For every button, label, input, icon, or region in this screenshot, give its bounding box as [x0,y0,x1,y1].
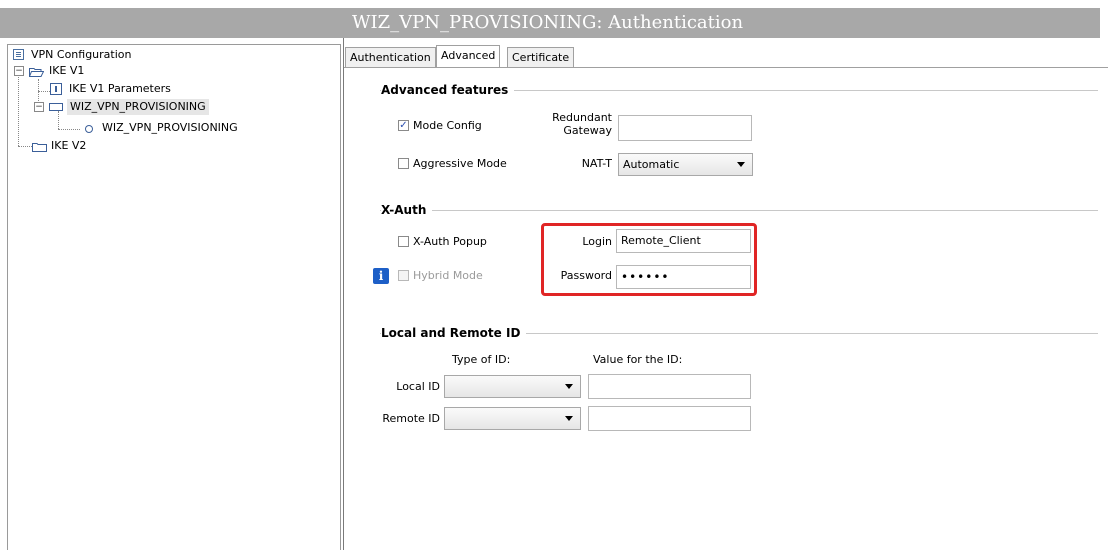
remote-id-label: Remote ID [382,412,440,425]
tree-item-ike-v2[interactable]: IKE V2 [13,138,333,154]
tab-certificate[interactable]: Certificate [507,47,575,67]
remote-id-value-input[interactable] [588,406,751,431]
mode-config-checkbox[interactable]: ✓ [398,120,409,131]
local-id-value-input[interactable] [588,374,751,399]
tree-root-label: VPN Configuration [31,48,132,61]
tree-item-label: IKE V1 Parameters [69,82,171,95]
remote-id-type-select[interactable] [444,407,581,430]
nat-t-label: NAT-T [581,157,612,170]
redundant-gateway-input[interactable] [618,115,752,141]
phase1-rect-icon [49,103,63,111]
value-for-id-header: Value for the ID: [593,353,683,366]
tree-item-label: IKE V2 [51,139,87,152]
tab-advanced[interactable]: Advanced [436,45,501,68]
tree-item-ike-v1[interactable]: − IKE V1 [13,63,333,79]
aggressive-mode-checkbox[interactable] [398,158,409,169]
collapse-icon[interactable]: − [14,66,24,76]
tree-item-ike-v1-parameters[interactable]: IKE V1 Parameters [13,81,333,97]
list-document-icon [13,49,24,60]
x-auth-popup-label: X-Auth Popup [413,235,487,248]
circle-node-icon [85,125,93,133]
tree-header-bar [0,8,343,38]
parameters-icon [50,83,62,95]
dropdown-arrow-icon [565,416,573,421]
tree-item-label: WIZ_VPN_PROVISIONING [102,121,238,134]
tab-authentication[interactable]: Authentication [345,47,436,67]
tree-item-wiz-vpn-phase2[interactable]: WIZ_VPN_PROVISIONING [13,120,333,136]
aggressive-mode-label: Aggressive Mode [413,157,507,170]
section-title-local-remote-id: Local and Remote ID [381,326,527,340]
highlight-box [541,223,757,296]
mode-config-label: Mode Config [413,119,482,132]
nat-t-selected-value: Automatic [623,158,680,171]
page-title: WIZ_VPN_PROVISIONING: Authentication [352,12,744,33]
type-of-id-header: Type of ID: [452,353,511,366]
panel-divider [343,38,344,550]
redundant-gateway-label: Redundant Gateway [552,111,612,137]
dropdown-arrow-icon [737,162,745,167]
tree-item-label: WIZ_VPN_PROVISIONING [67,99,209,115]
collapse-icon[interactable]: − [34,102,44,112]
configuration-tree[interactable]: VPN Configuration − IKE V1 IKE V1 Parame… [7,44,341,550]
hybrid-mode-label: Hybrid Mode [413,269,483,282]
tree-item-wiz-vpn-phase1[interactable]: − WIZ_VPN_PROVISIONING [13,99,333,115]
hybrid-mode-checkbox[interactable] [398,270,409,281]
tree-item-label: IKE V1 [49,64,85,77]
tree-root[interactable]: VPN Configuration [13,47,333,63]
local-id-label: Local ID [396,380,440,393]
x-auth-popup-checkbox[interactable] [398,236,409,247]
section-title-x-auth: X-Auth [381,203,433,217]
local-id-type-select[interactable] [444,375,581,398]
dropdown-arrow-icon [565,384,573,389]
closed-folder-icon [32,141,47,152]
info-icon[interactable]: i [373,268,389,284]
section-divider [380,210,1098,211]
open-folder-icon [28,66,45,77]
tab-strip-line [344,67,1108,68]
section-title-advanced-features: Advanced features [381,83,515,97]
nat-t-select[interactable]: Automatic [618,153,753,176]
